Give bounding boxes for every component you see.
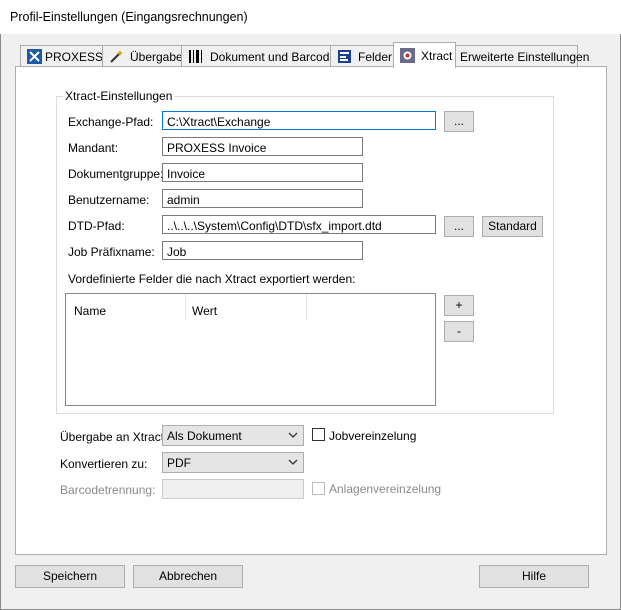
save-button[interactable]: Speichern — [15, 565, 125, 588]
dtd-path-field[interactable]: ..\..\..\System\Config\DTD\sfx_import.dt… — [162, 215, 436, 234]
jobvereinzelung-label: Jobvereinzelung — [329, 429, 417, 443]
column-divider — [306, 294, 307, 320]
anlagenvereinzelung-checkbox — [312, 482, 325, 495]
dokumentgruppe-field[interactable]: Invoice — [162, 163, 363, 182]
dokumentgruppe-label: Dokumentgruppe: — [68, 167, 164, 181]
tab-erweiterte-einstellungen[interactable]: Erweiterte Einstellungen — [455, 45, 589, 67]
tab-proxess[interactable]: PROXESS — [20, 45, 103, 67]
cancel-button[interactable]: Abbrechen — [133, 565, 243, 588]
tab-label: Übergabe — [130, 50, 183, 64]
uebergabe-label: Übergabe an Xtract: — [60, 430, 168, 444]
fields-caption: Vordefinierte Felder die nach Xtract exp… — [68, 272, 356, 286]
mandant-label: Mandant: — [68, 141, 119, 155]
fields-icon — [338, 50, 351, 63]
tab-label: PROXESS — [45, 50, 104, 64]
tab-felder[interactable]: Felder — [330, 45, 395, 67]
column-header-name[interactable]: Name — [74, 304, 106, 318]
tab-label: Erweiterte Einstellungen — [460, 50, 590, 64]
proxess-icon — [27, 49, 42, 64]
anlagenvereinzelung-label: Anlagenvereinzelung — [329, 482, 442, 496]
tab-xtract[interactable]: Xtract — [393, 42, 456, 68]
xtract-icon — [400, 48, 415, 63]
konvertieren-value: PDF — [167, 456, 191, 470]
job-prefix-label: Job Präfixname: — [68, 245, 155, 259]
barcodetrennung-field — [162, 479, 304, 499]
uebergabe-select[interactable]: Als Dokument — [162, 425, 304, 446]
tab-uebergabe[interactable]: Übergabe — [102, 45, 183, 67]
konvertieren-label: Konvertieren zu: — [60, 457, 148, 471]
remove-field-button[interactable]: - — [444, 321, 474, 342]
job-prefix-field[interactable]: Job — [162, 241, 363, 260]
column-header-wert[interactable]: Wert — [192, 304, 217, 318]
mandant-field[interactable]: PROXESS Invoice — [162, 137, 363, 156]
exchange-path-label: Exchange-Pfad: — [68, 115, 154, 129]
konvertieren-select[interactable]: PDF — [162, 452, 304, 473]
benutzername-field[interactable]: admin — [162, 189, 363, 208]
barcode-icon — [189, 50, 202, 63]
title-bar: Profil-Einstellungen (Eingangsrechnungen… — [0, 0, 621, 34]
dtd-browse-button[interactable]: ... — [444, 216, 474, 237]
barcodetrennung-label: Barcodetrennung: — [60, 483, 156, 497]
tab-label: Xtract — [421, 49, 453, 63]
window-title: Profil-Einstellungen (Eingangsrechnungen… — [10, 10, 248, 24]
wand-icon — [110, 50, 123, 63]
chevron-down-icon — [288, 432, 298, 438]
column-divider — [185, 294, 186, 320]
exchange-path-field[interactable]: C:\Xtract\Exchange — [162, 111, 436, 130]
tab-label: Felder — [358, 50, 393, 64]
group-title: Xtract-Einstellungen — [63, 89, 175, 103]
exchange-browse-button[interactable]: ... — [444, 111, 474, 132]
help-button[interactable]: Hilfe — [479, 565, 589, 588]
tab-dokument-barcode[interactable]: Dokument und Barcode — [181, 45, 336, 67]
chevron-down-icon — [288, 459, 298, 465]
uebergabe-value: Als Dokument — [167, 429, 242, 443]
add-field-button[interactable]: + — [444, 295, 474, 316]
tab-label: Dokument und Barcode — [210, 50, 337, 64]
benutzername-label: Benutzername: — [68, 193, 150, 207]
standard-button[interactable]: Standard — [482, 216, 543, 237]
dtd-path-label: DTD-Pfad: — [68, 219, 125, 233]
jobvereinzelung-checkbox[interactable] — [312, 428, 325, 441]
predefined-fields-list[interactable]: Name Wert — [65, 293, 436, 406]
